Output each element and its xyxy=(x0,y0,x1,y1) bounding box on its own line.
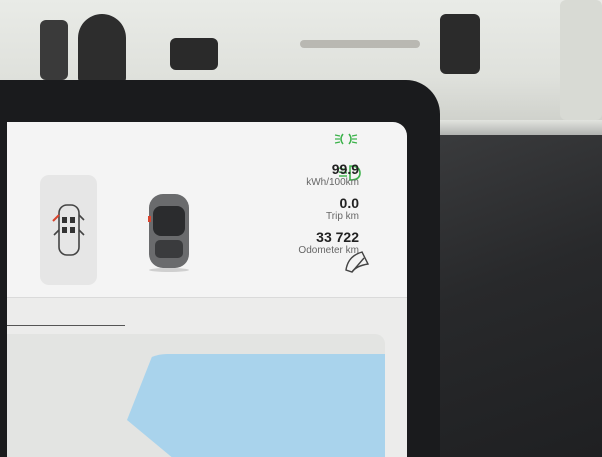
trip-unit: Trip km xyxy=(326,211,359,222)
car-doors-open-icon xyxy=(52,204,85,256)
efficiency-unit: kWh/100km xyxy=(306,177,359,188)
wiper-icon[interactable] xyxy=(344,250,372,274)
map-panel[interactable] xyxy=(7,334,385,457)
trip-stats: 99.9 kWh/100km 0.0 Trip km 33 722 Odomet… xyxy=(298,156,359,264)
touchscreen: 99.9 kWh/100km 0.0 Trip km 33 722 Odomet… xyxy=(7,122,407,457)
dashboard-right xyxy=(430,135,602,457)
map-view[interactable] xyxy=(7,298,407,457)
efficiency-value: 99.9 xyxy=(331,161,359,177)
vehicle-top-view-icon xyxy=(148,194,189,272)
odometer-value: 33 722 xyxy=(316,229,359,245)
parking-lights-icon xyxy=(334,133,358,145)
trip-value: 0.0 xyxy=(339,195,359,211)
map-water xyxy=(127,354,385,457)
door-status-card[interactable] xyxy=(40,175,97,285)
map-route-line xyxy=(7,325,125,326)
